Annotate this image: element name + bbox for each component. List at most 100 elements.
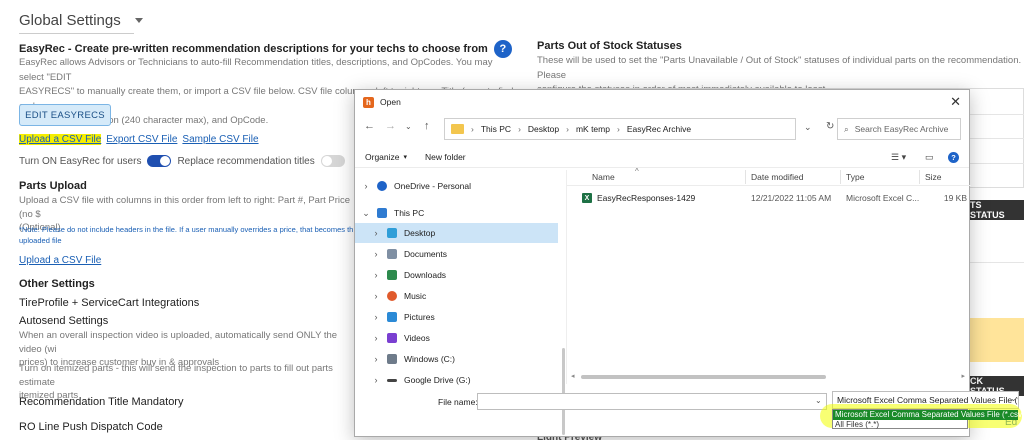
- nav-item-this-pc[interactable]: ⌄ This PC: [355, 203, 558, 223]
- chevron-right-icon[interactable]: ›: [365, 249, 387, 259]
- screen: Global Settings EasyRec - Create pre-wri…: [0, 0, 1024, 440]
- refresh-icon[interactable]: ↻: [826, 121, 834, 132]
- horizontal-scrollbar[interactable]: ◂ ▸: [569, 373, 967, 381]
- file-name: EasyRecResponses-1429: [597, 193, 696, 203]
- parts-upload-desc-line: Upload a CSV file with columns in this o…: [19, 195, 351, 220]
- upload-csv-link[interactable]: Upload a CSV File: [19, 134, 102, 145]
- nav-item-documents[interactable]: › Documents: [355, 244, 558, 264]
- chevron-down-icon[interactable]: ⌄: [804, 122, 812, 133]
- organize-menu[interactable]: Organize ▾: [365, 152, 407, 162]
- nav-item-onedrive[interactable]: › OneDrive - Personal: [355, 176, 558, 196]
- row-divider: [970, 138, 1024, 139]
- cloud-icon: [377, 181, 387, 191]
- col-type[interactable]: Type: [846, 172, 864, 182]
- file-name-input[interactable]: [477, 393, 827, 410]
- scroll-right-icon[interactable]: ▸: [961, 372, 965, 380]
- parts-upload-heading: Parts Upload: [19, 180, 87, 192]
- search-input[interactable]: ⌕ Search EasyRec Archive: [837, 118, 961, 140]
- up-arrow-icon[interactable]: ↑: [424, 120, 430, 132]
- chevron-right-icon[interactable]: ›: [365, 354, 387, 364]
- autosend-line: When an overall inspection video is uplo…: [19, 330, 338, 355]
- nav-item-windows-c[interactable]: › Windows (C:): [355, 349, 558, 369]
- nav-item-pictures[interactable]: › Pictures: [355, 307, 558, 327]
- breadcrumb-desktop[interactable]: Desktop: [528, 124, 559, 134]
- forward-arrow-icon[interactable]: →: [385, 120, 396, 132]
- other-settings-heading: Other Settings: [19, 278, 95, 290]
- filter-option-csv[interactable]: Microsoft Excel Comma Separated Values F…: [833, 410, 1024, 420]
- dialog-toolbar: Organize ▾ New folder ☰ ▾ ▭ ?: [355, 148, 969, 168]
- chevron-down-icon: ▾: [403, 154, 408, 161]
- status-button[interactable]: TS STATUS: [970, 200, 1024, 220]
- easyrec-on-toggle[interactable]: [147, 155, 172, 167]
- page-title: Global Settings: [19, 12, 121, 29]
- replace-titles-toggle[interactable]: [320, 155, 345, 167]
- nav-item-downloads[interactable]: › Downloads: [355, 265, 558, 285]
- col-name[interactable]: Name: [592, 172, 615, 182]
- videos-icon: [387, 333, 397, 343]
- chevron-right-icon[interactable]: ›: [365, 270, 387, 280]
- open-file-dialog: h Open ✕ ← → ⌄ ↑ › This PC › Desktop › m…: [354, 89, 971, 437]
- column-divider[interactable]: [919, 170, 920, 184]
- scroll-left-icon[interactable]: ◂: [571, 372, 575, 380]
- col-date-modified[interactable]: Date modified: [751, 172, 803, 182]
- column-divider[interactable]: [745, 170, 746, 184]
- nav-item-videos[interactable]: › Videos: [355, 328, 558, 348]
- column-divider[interactable]: [840, 170, 841, 184]
- recent-dropdown-icon[interactable]: ⌄: [405, 122, 412, 131]
- edit-easyrecs-button[interactable]: EDIT EASYRECS: [19, 104, 111, 126]
- chevron-right-icon[interactable]: ›: [365, 375, 387, 385]
- scrollbar-thumb[interactable]: [581, 375, 826, 379]
- file-type: Microsoft Excel C...: [846, 193, 920, 203]
- col-size[interactable]: Size: [925, 172, 942, 182]
- file-size: 19 KB: [943, 193, 967, 203]
- close-icon[interactable]: ✕: [950, 94, 961, 110]
- nav-label: Desktop: [404, 228, 436, 238]
- parts-upload-csv-link[interactable]: Upload a CSV File: [19, 255, 101, 266]
- help-icon[interactable]: ?: [948, 152, 959, 163]
- new-folder-button[interactable]: New folder: [425, 152, 466, 162]
- note-line: uploaded file: [19, 236, 62, 245]
- nav-label: Documents: [404, 249, 447, 259]
- address-row: ← → ⌄ ↑ › This PC › Desktop › mK temp › …: [355, 116, 969, 142]
- row-divider: [970, 163, 1024, 164]
- breadcrumb-mk-temp[interactable]: mK temp: [576, 124, 610, 134]
- nav-label: Windows (C:): [404, 354, 456, 364]
- navigation-pane: › OneDrive - Personal ⌄ This PC › Deskto…: [355, 170, 567, 435]
- drive-icon: [387, 354, 397, 364]
- preview-pane-icon[interactable]: ▭: [925, 152, 934, 163]
- chevron-down-icon[interactable]: ⌄: [355, 208, 377, 219]
- nav-label: OneDrive - Personal: [394, 181, 472, 191]
- file-name-label: File name:: [438, 397, 478, 407]
- highlight-row: [970, 318, 1024, 362]
- chevron-right-icon[interactable]: ›: [365, 291, 387, 301]
- nav-item-google-drive[interactable]: › Google Drive (G:): [355, 370, 558, 390]
- nav-item-desktop[interactable]: › Desktop: [355, 223, 558, 243]
- view-options-icon[interactable]: ☰ ▾: [891, 152, 906, 163]
- chevron-right-icon[interactable]: ›: [365, 312, 387, 322]
- chevron-right-icon: ›: [471, 124, 474, 134]
- chevron-right-icon[interactable]: ›: [365, 228, 387, 238]
- toggle-replace-label: Replace recommendation titles: [177, 155, 315, 167]
- nav-item-music[interactable]: › Music: [355, 286, 558, 306]
- address-bar[interactable]: › This PC › Desktop › mK temp › EasyRec …: [444, 118, 796, 140]
- chevron-right-icon[interactable]: ›: [355, 181, 377, 191]
- drive-icon: [387, 378, 397, 382]
- file-row[interactable]: X EasyRecResponses-1429 12/21/2022 11:05…: [567, 189, 967, 207]
- breadcrumb-easyrec-archive[interactable]: EasyRec Archive: [627, 124, 691, 134]
- export-csv-link[interactable]: Export CSV File: [106, 134, 177, 145]
- back-arrow-icon[interactable]: ←: [364, 120, 375, 132]
- downloads-icon: [387, 270, 397, 280]
- nav-label: Downloads: [404, 270, 447, 280]
- nav-scrollbar[interactable]: [562, 348, 565, 435]
- chevron-right-icon: ›: [518, 124, 521, 134]
- folder-icon: [451, 124, 464, 134]
- breadcrumb-this-pc[interactable]: This PC: [481, 124, 511, 134]
- file-type-select[interactable]: Microsoft Excel Comma Separated Values F…: [832, 391, 1019, 409]
- tireprofile-setting: TireProfile + ServiceCart Integrations: [19, 297, 200, 309]
- sample-csv-link[interactable]: Sample CSV File: [182, 134, 258, 145]
- filter-option-all[interactable]: All Files (*.*): [833, 420, 967, 430]
- chevron-down-icon[interactable]: ⌄: [1010, 394, 1017, 403]
- chevron-down-icon[interactable]: ⌄: [815, 396, 822, 405]
- chevron-right-icon[interactable]: ›: [365, 333, 387, 343]
- page-title-dropdown[interactable]: Global Settings: [19, 12, 143, 34]
